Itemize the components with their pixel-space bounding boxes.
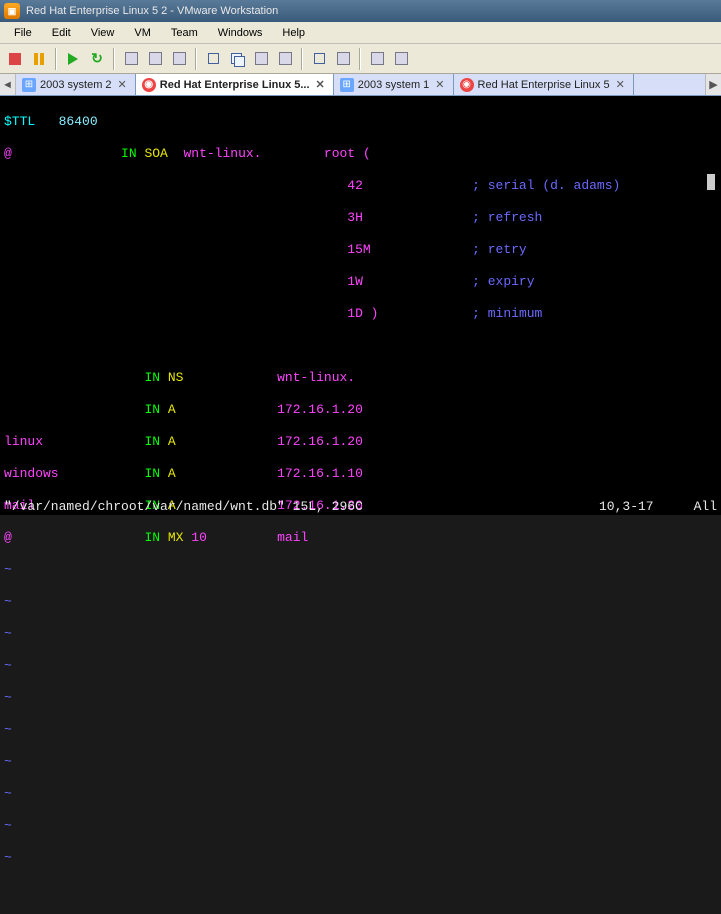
toolbar-separator xyxy=(195,48,197,70)
reset-button[interactable]: ↻ xyxy=(86,48,108,70)
zone-record-linux: linux IN A 172.16.1.20 xyxy=(4,434,717,450)
multi-monitor-button[interactable] xyxy=(226,48,248,70)
fullscreen-button[interactable] xyxy=(308,48,330,70)
vim-empty-line: ~ xyxy=(4,562,717,578)
tab-close-button[interactable]: ✕ xyxy=(614,78,627,91)
play-button[interactable] xyxy=(62,48,84,70)
menu-edit[interactable]: Edit xyxy=(44,25,79,41)
vmware-app-icon: ▣ xyxy=(4,3,20,19)
summary-button[interactable] xyxy=(390,48,412,70)
tab-label: 2003 system 1 xyxy=(358,79,430,91)
vim-file-info: "/var/named/chroot/var/named/wnt.db" 15L… xyxy=(4,499,363,515)
ttl-value: 86400 xyxy=(35,114,97,129)
windows-icon: ⊞ xyxy=(22,78,36,92)
zone-expiry-line: 1W ; expiry xyxy=(4,274,717,290)
vim-empty-line: ~ xyxy=(4,722,717,738)
tab-close-button[interactable]: ✕ xyxy=(433,78,446,91)
tab-2003-system-1[interactable]: ⊞ 2003 system 1 ✕ xyxy=(334,74,454,95)
vim-empty-line: ~ xyxy=(4,594,717,610)
revert-button[interactable] xyxy=(144,48,166,70)
zone-retry-line: 15M ; retry xyxy=(4,242,717,258)
windows-icon: ⊞ xyxy=(340,78,354,92)
vim-cursor-position: 10,3-17 xyxy=(599,499,654,515)
toolbar-separator xyxy=(301,48,303,70)
menu-help[interactable]: Help xyxy=(274,25,313,41)
zone-record-a: IN A 172.16.1.20 xyxy=(4,402,717,418)
vim-empty-line: ~ xyxy=(4,850,717,866)
tab-label: Red Hat Enterprise Linux 5 xyxy=(478,79,610,91)
tab-label: 2003 system 2 xyxy=(40,79,112,91)
vim-empty-line: ~ xyxy=(4,690,717,706)
zone-soa-line: @ IN SOA wnt-linux. root ( xyxy=(4,146,717,162)
pause-button[interactable] xyxy=(28,48,50,70)
terminal-scroll-indicator xyxy=(707,174,715,190)
menu-file[interactable]: File xyxy=(6,25,40,41)
zone-record-windows: windows IN A 172.16.1.10 xyxy=(4,466,717,482)
window-title: Red Hat Enterprise Linux 5 2 - VMware Wo… xyxy=(26,5,278,17)
vim-empty-line: ~ xyxy=(4,754,717,770)
terminal-vim-editor[interactable]: $TTL 86400 @ IN SOA wnt-linux. root ( 42… xyxy=(0,96,721,515)
toolbar: ↻ xyxy=(0,44,721,74)
menu-team[interactable]: Team xyxy=(163,25,206,41)
window-titlebar: ▣ Red Hat Enterprise Linux 5 2 - VMware … xyxy=(0,0,721,22)
toolbar-separator xyxy=(113,48,115,70)
vm-tabs: ◄ ⊞ 2003 system 2 ✕ ◉ Red Hat Enterprise… xyxy=(0,74,721,96)
menu-windows[interactable]: Windows xyxy=(210,25,271,41)
capture-input-button[interactable] xyxy=(366,48,388,70)
tab-label: Red Hat Enterprise Linux 5... xyxy=(160,79,310,91)
tab-scroll-left[interactable]: ◄ xyxy=(0,74,16,95)
zone-serial-line: 42 ; serial (d. adams) xyxy=(4,178,717,194)
snapshot-manager-button[interactable] xyxy=(168,48,190,70)
tab-2003-system-2[interactable]: ⊞ 2003 system 2 ✕ xyxy=(16,74,136,95)
menu-bar: File Edit View VM Team Windows Help xyxy=(0,22,721,44)
zone-record-ns: IN NS wnt-linux. xyxy=(4,370,717,386)
toolbar-separator xyxy=(359,48,361,70)
redhat-icon: ◉ xyxy=(460,78,474,92)
menu-vm[interactable]: VM xyxy=(126,25,159,41)
vim-empty-line: ~ xyxy=(4,786,717,802)
zone-ttl-line: $TTL 86400 xyxy=(4,114,717,130)
show-console-button[interactable] xyxy=(202,48,224,70)
zone-minimum-line: 1D ) ; minimum xyxy=(4,306,717,322)
cascade-button[interactable] xyxy=(274,48,296,70)
toolbar-separator xyxy=(55,48,57,70)
vim-empty-line: ~ xyxy=(4,626,717,642)
tab-close-button[interactable]: ✕ xyxy=(116,78,129,91)
vim-status-line: "/var/named/chroot/var/named/wnt.db" 15L… xyxy=(0,499,721,515)
vim-empty-line: ~ xyxy=(4,658,717,674)
power-off-button[interactable] xyxy=(4,48,26,70)
tab-rhel-5[interactable]: ◉ Red Hat Enterprise Linux 5 ✕ xyxy=(454,74,634,95)
zone-refresh-line: 3H ; refresh xyxy=(4,210,717,226)
tile-button[interactable] xyxy=(250,48,272,70)
tab-close-button[interactable]: ✕ xyxy=(314,78,327,91)
snapshot-button[interactable] xyxy=(120,48,142,70)
redhat-icon: ◉ xyxy=(142,78,156,92)
vim-scroll-percent: All xyxy=(694,499,717,515)
unity-button[interactable] xyxy=(332,48,354,70)
tab-scroll-right[interactable]: ▶ xyxy=(705,74,721,95)
tab-rhel-5-active[interactable]: ◉ Red Hat Enterprise Linux 5... ✕ xyxy=(136,74,334,95)
vim-empty-line: ~ xyxy=(4,818,717,834)
zone-record-mx: @ IN MX 10 mail xyxy=(4,530,717,546)
menu-view[interactable]: View xyxy=(83,25,123,41)
